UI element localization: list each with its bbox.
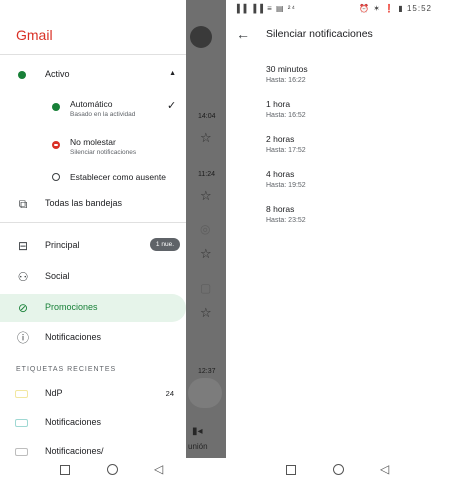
mute-option-until: Hasta: 16:52 xyxy=(266,112,306,119)
navigation-drawer: Gmail Activo ▲ Automático Basado en la a… xyxy=(0,0,186,460)
status-icons: ⏰ ✶ ❗ ▮ xyxy=(359,4,404,13)
compose-button xyxy=(188,378,222,408)
label-item-ndp[interactable]: NdP 24 xyxy=(0,380,186,408)
status-bar-right: ⏰ ✶ ❗ ▮ 15:52 xyxy=(359,4,432,13)
mute-option-8h[interactable]: 8 horas Hasta: 23:52 xyxy=(266,204,306,224)
all-inboxes-item[interactable]: ⧉ Todas las bandejas xyxy=(0,190,186,218)
divider xyxy=(0,54,186,55)
avatar xyxy=(190,26,212,48)
dnd-bar xyxy=(54,144,58,146)
attachment-icon: ◎ xyxy=(200,222,211,236)
sidebar-item-social[interactable]: ⚇ Social xyxy=(0,263,186,291)
inbox-icon: ⊟ xyxy=(17,239,29,253)
meet-tab-label: unión xyxy=(188,442,208,451)
new-count-badge: 1 nue. xyxy=(149,238,180,251)
recents-square-icon[interactable] xyxy=(60,465,70,475)
star-icon: ☆ xyxy=(200,305,212,320)
inboxes-icon: ⧉ xyxy=(18,197,28,211)
chevron-up-icon: ▲ xyxy=(169,70,176,77)
mute-option-30min[interactable]: 30 minutos Hasta: 16:22 xyxy=(266,64,308,84)
page-title: Silenciar notificaciones xyxy=(266,28,373,40)
star-icon: ☆ xyxy=(200,246,212,261)
status-option-sublabel: Silenciar notificaciones xyxy=(70,149,137,156)
inbox-scrim[interactable]: 14:04 ☆ 11:24 ☆ ◎ ☆ ▢ ☆ 12:37 ▮◂ unión xyxy=(186,0,226,460)
home-circle-icon[interactable] xyxy=(107,464,118,475)
status-selector[interactable]: Activo ▲ xyxy=(0,62,186,88)
mute-option-label: 8 horas xyxy=(266,204,295,214)
mute-option-until: Hasta: 23:52 xyxy=(266,217,306,224)
attachment-icon: ▢ xyxy=(200,281,212,295)
drawer-screen: ▐▐ ▐▐ ≡ ▤ ²⁴ ⏰ ✶ ❗ ▮ 15:52 14:04 ☆ 11:24… xyxy=(0,0,226,482)
divider xyxy=(0,222,186,223)
status-option-automatic[interactable]: Automático Basado en la actividad ✓ xyxy=(0,98,186,124)
status-option-dnd[interactable]: No molestar Silenciar notificaciones xyxy=(0,136,186,162)
mute-option-label: 4 horas xyxy=(266,169,295,179)
sidebar-item-notificaciones[interactable]: ⓘ Notificaciones xyxy=(0,324,186,352)
green-dot-icon xyxy=(52,103,60,111)
status-option-label: Automático xyxy=(70,99,113,109)
mute-notifications-screen: ▐▐ ▐▐ ≡ ▤ ²⁴ ⏰ ✶ ❗ ▮ 15:52 ← Silenciar n… xyxy=(226,0,450,482)
label-tag-icon xyxy=(15,448,28,456)
video-icon: ▮◂ xyxy=(192,426,203,437)
label-item-name: Notificaciones xyxy=(45,417,102,427)
star-icon: ☆ xyxy=(200,188,212,203)
email-time: 14:04 xyxy=(198,113,216,120)
mute-option-4h[interactable]: 4 horas Hasta: 19:52 xyxy=(266,169,306,189)
tag-icon: ⊘ xyxy=(17,301,29,315)
status-dot-icon xyxy=(18,71,26,79)
all-inboxes-label: Todas las bandejas xyxy=(45,198,123,208)
status-option-label: Establecer como ausente xyxy=(70,172,166,182)
back-triangle-icon[interactable]: ◁ xyxy=(380,462,389,476)
system-nav-bar: ◁ xyxy=(0,458,226,482)
sidebar-item-principal[interactable]: ⊟ Principal 1 nue. xyxy=(0,232,186,260)
status-bar: ▐▐ ▐▐ ≡ ▤ ²⁴ ⏰ ✶ ❗ ▮ 15:52 xyxy=(226,0,450,18)
app-title: Gmail xyxy=(16,27,53,43)
status-option-away[interactable]: Establecer como ausente xyxy=(0,170,186,186)
label-tag-icon xyxy=(15,419,28,427)
sidebar-item-label: Social xyxy=(45,271,70,281)
back-triangle-icon[interactable]: ◁ xyxy=(154,462,163,476)
star-icon: ☆ xyxy=(200,130,212,145)
recent-labels-header: ETIQUETAS RECIENTES xyxy=(16,366,117,373)
status-label: Activo xyxy=(45,69,70,79)
recents-square-icon[interactable] xyxy=(286,465,296,475)
mute-option-label: 1 hora xyxy=(266,99,291,109)
mute-option-until: Hasta: 17:52 xyxy=(266,147,306,154)
mute-option-1h[interactable]: 1 hora Hasta: 16:52 xyxy=(266,99,306,119)
sidebar-item-label: Principal xyxy=(45,240,80,250)
label-item-notificaciones-sub[interactable]: Notificaciones/ xyxy=(0,438,186,460)
label-tag-icon xyxy=(15,390,28,398)
away-ring-icon xyxy=(52,173,60,181)
mute-option-label: 2 horas xyxy=(266,134,295,144)
status-time: 15:52 xyxy=(406,4,432,13)
info-icon: ⓘ xyxy=(16,331,29,345)
sidebar-item-promociones[interactable]: ⊘ Promociones xyxy=(0,294,186,322)
mute-option-label: 30 minutos xyxy=(266,64,308,74)
sidebar-item-label: Notificaciones xyxy=(45,332,102,342)
back-arrow-icon[interactable]: ← xyxy=(236,26,250,42)
status-option-sublabel: Basado en la actividad xyxy=(70,111,136,118)
label-item-name: NdP xyxy=(45,388,63,398)
label-item-name: Notificaciones/ xyxy=(45,446,104,456)
mute-option-until: Hasta: 16:22 xyxy=(266,77,306,84)
email-time: 11:24 xyxy=(198,171,215,178)
checkmark-icon: ✓ xyxy=(167,100,177,112)
email-time: 12:37 xyxy=(198,368,216,375)
mute-option-2h[interactable]: 2 horas Hasta: 17:52 xyxy=(266,134,306,154)
system-nav-bar: ◁ xyxy=(226,458,450,482)
label-item-notificaciones[interactable]: Notificaciones xyxy=(0,409,186,437)
home-circle-icon[interactable] xyxy=(333,464,344,475)
people-icon: ⚇ xyxy=(17,270,29,284)
unread-count: 24 xyxy=(165,389,174,398)
signal-icons: ▐▐ ▐▐ ≡ ▤ ²⁴ xyxy=(234,4,296,13)
sidebar-item-label: Promociones xyxy=(45,302,98,312)
mute-option-until: Hasta: 19:52 xyxy=(266,182,306,189)
status-option-label: No molestar xyxy=(70,137,116,147)
